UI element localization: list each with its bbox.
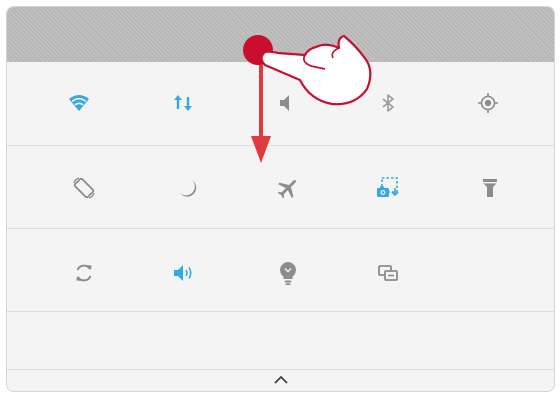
tile-volume[interactable] bbox=[159, 248, 209, 298]
tile-bluetooth[interactable] bbox=[363, 78, 413, 128]
screenshot-icon bbox=[377, 177, 399, 197]
tile-screen-mirroring[interactable] bbox=[363, 248, 413, 298]
device-frame bbox=[6, 6, 555, 392]
tile-auto-rotate[interactable] bbox=[59, 163, 109, 213]
tile-night-mode[interactable] bbox=[162, 163, 212, 213]
tile-sound[interactable] bbox=[263, 78, 313, 128]
tile-flashlight[interactable] bbox=[465, 163, 515, 213]
mobile-data-icon bbox=[174, 95, 192, 111]
collapse-handle[interactable] bbox=[7, 369, 554, 391]
tile-airplane-mode[interactable] bbox=[263, 163, 313, 213]
tile-sync[interactable] bbox=[59, 248, 109, 298]
volume-icon bbox=[174, 265, 192, 281]
sync-icon bbox=[76, 264, 92, 282]
tile-location[interactable] bbox=[463, 78, 513, 128]
chevron-up-icon bbox=[273, 375, 288, 384]
location-icon bbox=[478, 93, 498, 113]
tile-lightbulb[interactable] bbox=[263, 248, 313, 298]
quick-settings-panel bbox=[7, 62, 554, 391]
auto-rotate-icon bbox=[73, 177, 95, 199]
tile-wifi[interactable] bbox=[54, 78, 104, 128]
screen-mirroring-icon bbox=[378, 265, 398, 281]
airplane-mode-icon bbox=[277, 179, 297, 199]
tile-mobile-data[interactable] bbox=[158, 78, 208, 128]
flashlight-icon bbox=[483, 179, 497, 197]
status-bar[interactable] bbox=[7, 7, 554, 62]
night-mode-icon bbox=[180, 180, 197, 197]
bluetooth-icon bbox=[382, 94, 394, 112]
lightbulb-icon bbox=[280, 262, 296, 285]
wifi-icon bbox=[69, 95, 89, 111]
tile-screenshot[interactable] bbox=[363, 163, 413, 213]
sound-icon bbox=[280, 95, 289, 111]
quick-settings-row bbox=[7, 311, 554, 370]
